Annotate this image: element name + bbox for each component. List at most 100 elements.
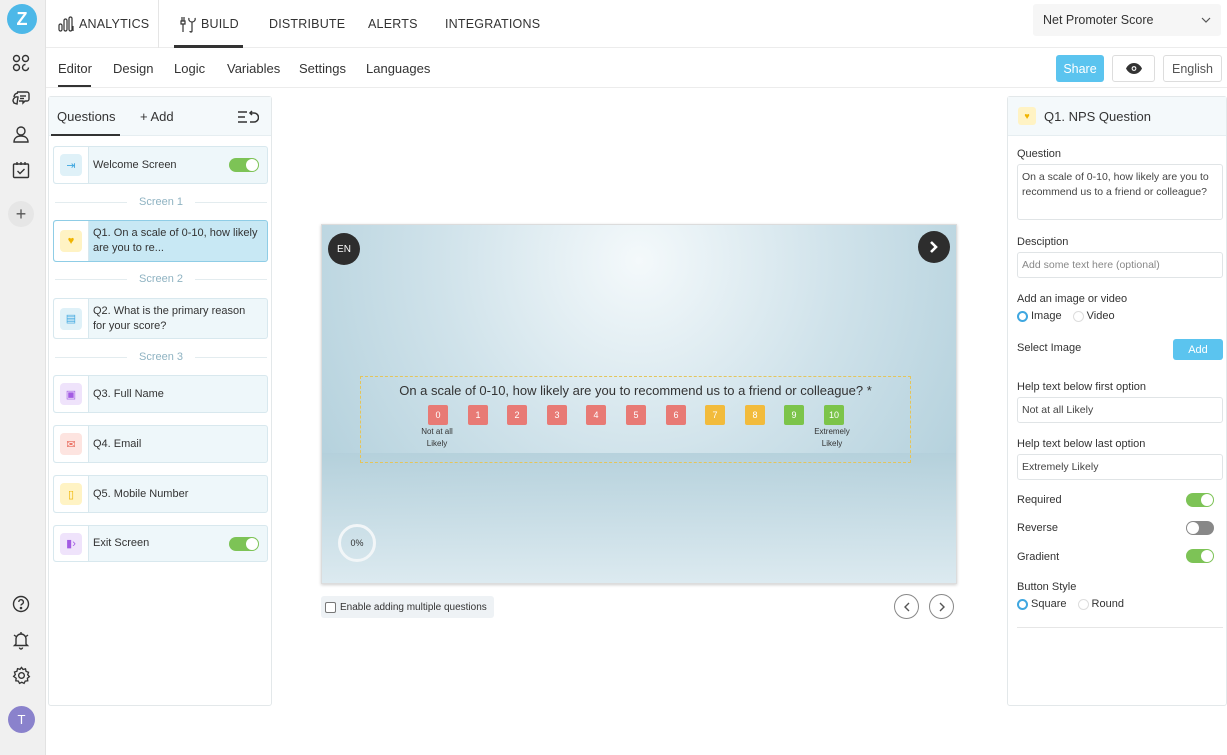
survey-select[interactable]: Net Promoter Score bbox=[1033, 4, 1221, 36]
eye-icon bbox=[1125, 63, 1142, 74]
nav-analytics[interactable]: ANALYTICS bbox=[58, 0, 149, 48]
heart-icon: ♥ bbox=[60, 230, 82, 252]
help-icon[interactable] bbox=[10, 593, 32, 615]
share-button[interactable]: Share bbox=[1056, 55, 1104, 82]
nps-option-3[interactable]: 3 bbox=[547, 405, 567, 425]
screen-divider: Screen 3 bbox=[55, 350, 267, 364]
question-item-q1[interactable]: ♥ Q1. On a scale of 0-10, how likely are… bbox=[53, 220, 268, 262]
question-item-q2[interactable]: ▤ Q2. What is the primary reason for you… bbox=[53, 298, 268, 339]
user-avatar[interactable]: T bbox=[8, 706, 35, 733]
nps-option-7[interactable]: 7 bbox=[705, 405, 725, 425]
notifications-icon[interactable] bbox=[10, 629, 32, 651]
nav-build[interactable]: BUILD bbox=[179, 0, 239, 48]
exit-screen-toggle[interactable] bbox=[229, 536, 259, 551]
media-radio-image[interactable]: Image bbox=[1017, 310, 1062, 322]
previous-question-button[interactable] bbox=[894, 594, 919, 619]
select-image-label: Select Image bbox=[1017, 342, 1082, 354]
button-style-square[interactable]: Square bbox=[1017, 598, 1066, 610]
chevron-down-icon bbox=[1201, 17, 1211, 23]
required-toggle[interactable] bbox=[1186, 493, 1214, 507]
text-box-icon: ▤ bbox=[60, 307, 82, 330]
gradient-label: Gradient bbox=[1017, 551, 1060, 563]
add-icon[interactable]: + bbox=[8, 201, 34, 227]
nps-option-0[interactable]: 0 bbox=[428, 405, 448, 425]
analytics-icon bbox=[58, 16, 74, 32]
description-input[interactable]: Add some text here (optional) bbox=[1017, 252, 1223, 278]
question-item-label: Q4. Email bbox=[93, 437, 142, 450]
question-text: On a scale of 0-10, how likely are you t… bbox=[399, 383, 872, 398]
nps-option-10[interactable]: 10 bbox=[824, 405, 844, 425]
nav-alerts-label: ALERTS bbox=[368, 17, 418, 31]
tab-settings[interactable]: Settings bbox=[299, 48, 346, 88]
settings-icon[interactable] bbox=[10, 664, 32, 686]
tab-languages[interactable]: Languages bbox=[366, 48, 430, 88]
reorder-icon[interactable] bbox=[237, 97, 259, 136]
multiple-questions-label: Enable adding multiple questions bbox=[340, 601, 487, 613]
phone-icon: ▯ bbox=[60, 483, 82, 505]
language-badge[interactable]: EN bbox=[328, 233, 360, 265]
question-item-label: Q3. Full Name bbox=[93, 387, 164, 400]
language-button[interactable]: English bbox=[1163, 55, 1222, 82]
dashboard-icon[interactable] bbox=[10, 52, 32, 74]
help-first-label: Help text below first option bbox=[1017, 381, 1147, 393]
tab-design[interactable]: Design bbox=[113, 48, 153, 88]
help-last-input[interactable]: Extremely Likely bbox=[1017, 454, 1223, 480]
nps-option-1[interactable]: 1 bbox=[468, 405, 488, 425]
survey-select-value: Net Promoter Score bbox=[1043, 13, 1154, 27]
tasks-icon[interactable] bbox=[10, 159, 32, 181]
media-label: Add an image or video bbox=[1017, 293, 1128, 305]
gradient-toggle[interactable] bbox=[1186, 549, 1214, 563]
nps-option-6[interactable]: 6 bbox=[666, 405, 686, 425]
low-help-text: Not at all Likely bbox=[421, 427, 453, 448]
feedback-icon[interactable] bbox=[10, 87, 32, 109]
tab-questions[interactable]: Questions bbox=[57, 97, 116, 136]
tab-logic[interactable]: Logic bbox=[174, 48, 205, 88]
button-style-label: Button Style bbox=[1017, 581, 1077, 593]
reverse-toggle[interactable] bbox=[1186, 521, 1214, 535]
add-image-button[interactable]: Add bbox=[1173, 339, 1223, 360]
nav-alerts[interactable]: ALERTS bbox=[368, 0, 418, 48]
nav-integrations[interactable]: INTEGRATIONS bbox=[445, 0, 540, 48]
nps-option-8[interactable]: 8 bbox=[745, 405, 765, 425]
next-question-button[interactable] bbox=[929, 594, 954, 619]
multiple-questions-checkbox[interactable] bbox=[325, 601, 336, 613]
nav-distribute[interactable]: DISTRIBUTE bbox=[269, 0, 345, 48]
tab-variables[interactable]: Variables bbox=[227, 48, 280, 88]
add-question-button[interactable]: + Add bbox=[140, 97, 174, 136]
questions-panel-header: Questions + Add bbox=[49, 97, 271, 136]
build-tools-icon bbox=[180, 16, 196, 33]
high-help-text: Extremely Likely bbox=[814, 427, 850, 448]
screen-divider: Screen 2 bbox=[55, 272, 267, 286]
help-first-input[interactable]: Not at all Likely bbox=[1017, 397, 1223, 423]
heart-icon: ♥ bbox=[1018, 107, 1036, 125]
question-item-q5[interactable]: ▯ Q5. Mobile Number bbox=[53, 475, 268, 513]
id-card-icon: ▣ bbox=[60, 383, 82, 405]
nav-analytics-label: ANALYTICS bbox=[79, 17, 150, 31]
question-item-exit[interactable]: ▮› Exit Screen bbox=[53, 525, 268, 562]
reverse-label: Reverse bbox=[1017, 522, 1058, 534]
question-block[interactable]: On a scale of 0-10, how likely are you t… bbox=[360, 376, 911, 463]
question-item-q3[interactable]: ▣ Q3. Full Name bbox=[53, 375, 268, 413]
question-item-label: Exit Screen bbox=[93, 537, 150, 549]
exit-icon: ▮› bbox=[60, 532, 82, 555]
question-textarea[interactable]: On a scale of 0-10, how likely are you t… bbox=[1017, 164, 1223, 220]
question-item-welcome[interactable]: ⇥ Welcome Screen bbox=[53, 146, 268, 184]
tab-active-indicator bbox=[58, 85, 91, 87]
question-item-q4[interactable]: ✉ Q4. Email bbox=[53, 425, 268, 463]
multiple-questions-option[interactable]: Enable adding multiple questions bbox=[321, 596, 494, 618]
nps-option-9[interactable]: 9 bbox=[784, 405, 804, 425]
media-radio-video[interactable]: Video bbox=[1072, 310, 1115, 322]
progress-indicator: 0% bbox=[338, 524, 376, 562]
button-style-radio-group: Square Round bbox=[1017, 598, 1132, 613]
preview-button[interactable] bbox=[1112, 55, 1155, 82]
nps-option-4[interactable]: 4 bbox=[586, 405, 606, 425]
contacts-icon[interactable] bbox=[10, 123, 32, 145]
nps-option-5[interactable]: 5 bbox=[626, 405, 646, 425]
app-logo[interactable]: Z bbox=[7, 4, 37, 34]
properties-panel: ♥ Q1. NPS Question Question On a scale o… bbox=[1007, 96, 1227, 706]
button-style-round[interactable]: Round bbox=[1077, 598, 1124, 610]
next-page-button[interactable] bbox=[918, 231, 950, 263]
tab-editor[interactable]: Editor bbox=[58, 48, 92, 88]
welcome-screen-toggle[interactable] bbox=[229, 158, 259, 172]
nps-option-2[interactable]: 2 bbox=[507, 405, 527, 425]
